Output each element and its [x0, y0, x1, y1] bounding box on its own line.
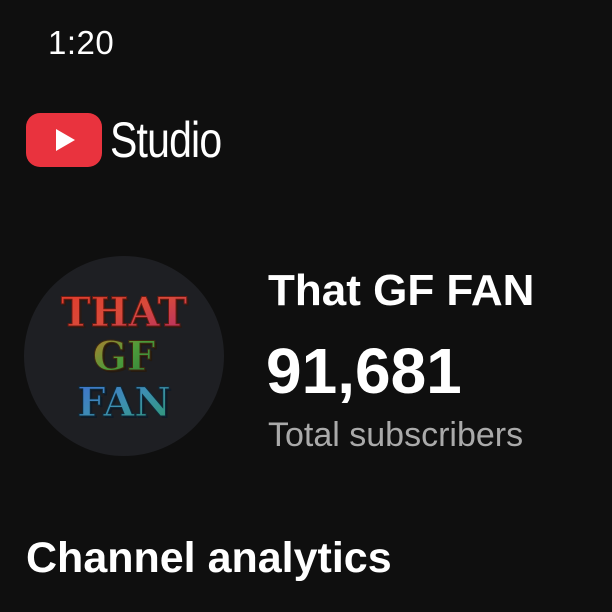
status-time: 1:20 [48, 24, 115, 61]
channel-avatar-logo: THAT THAT GF GF FAN FAN [60, 289, 189, 429]
brand-title: Studio [110, 112, 222, 168]
subscriber-count: 91,681 [266, 335, 462, 407]
avatar-line-1: THAT [61, 289, 187, 336]
channel-analytics-heading: Channel analytics [26, 534, 392, 582]
youtube-play-icon [26, 113, 102, 167]
avatar[interactable]: THAT THAT GF GF FAN FAN [24, 256, 224, 456]
subscriber-label: Total subscribers [268, 416, 524, 454]
avatar-line-3: FAN [77, 379, 171, 426]
studio-brand[interactable]: Studio [26, 112, 246, 168]
avatar-line-2: GF [93, 333, 156, 380]
studio-screen: 1:20 Studio THAT THAT GF GF FAN FAN That… [0, 0, 612, 612]
channel-name[interactable]: That GF FAN [268, 266, 534, 316]
